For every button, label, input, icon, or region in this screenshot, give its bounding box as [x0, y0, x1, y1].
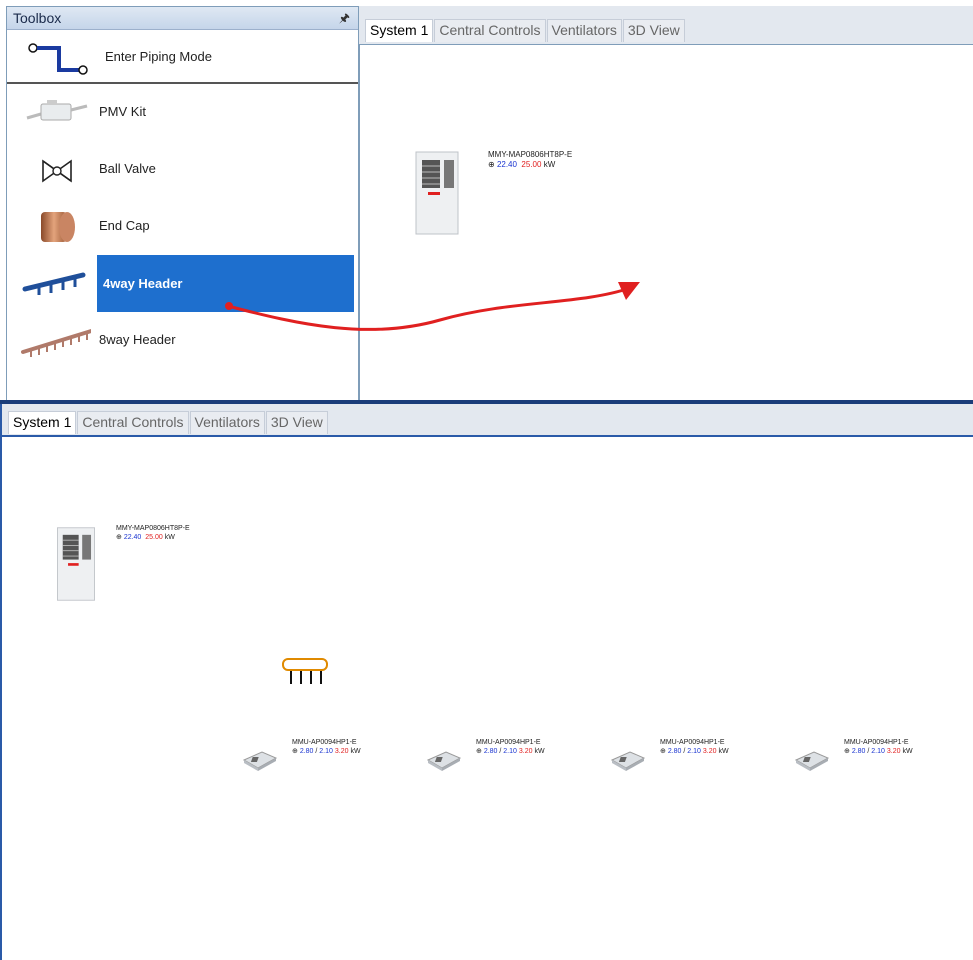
- piping-icon: [28, 43, 88, 75]
- tab-ventilators[interactable]: Ventilators: [189, 411, 265, 434]
- indoor-unit-model: MMU-AP0094HP1-E: [292, 739, 357, 746]
- toolbox-item-label: 8way Header: [99, 332, 176, 347]
- indoor-unit[interactable]: MMU-AP0094HP1-E ⊕ 2.80 / 2.10 3.20 kW: [608, 738, 768, 778]
- indoor-unit-label: MMU-AP0094HP1-E ⊕ 2.80 / 2.10 3.20 kW: [476, 738, 545, 756]
- bottom-panel: System 1 Central Controls Ventilators 3D…: [0, 404, 973, 960]
- cool-capacity: 2.80: [299, 748, 314, 755]
- 4way-header-icon: [22, 272, 86, 295]
- piping-label: Enter Piping Mode: [105, 49, 212, 64]
- heat-capacity: 3.20: [334, 748, 349, 755]
- tab-system-1[interactable]: System 1: [8, 411, 77, 434]
- tab-3d-view[interactable]: 3D View: [622, 19, 685, 42]
- tab-system-1[interactable]: System 1: [365, 19, 434, 42]
- outdoor-unit-icon[interactable]: [414, 150, 460, 236]
- indoor-unit-model: MMU-AP0094HP1-E: [660, 739, 725, 746]
- cassette-unit-icon: [610, 751, 646, 771]
- cool-capacity: 22.40: [496, 160, 517, 169]
- pin-icon[interactable]: 🖈: [339, 9, 350, 30]
- toolbox-item-label: PMV Kit: [99, 104, 146, 119]
- outdoor-unit-model: MMY-MAP0806HT8P-E: [116, 525, 190, 532]
- cool-capacity: 2.80: [851, 748, 866, 755]
- tab-strip-bottom: System 1 Central Controls Ventilators 3D…: [2, 404, 973, 437]
- cassette-unit-icon: [794, 751, 830, 771]
- heat-capacity: 3.20: [518, 748, 533, 755]
- drag-arrow-icon: [225, 282, 640, 331]
- ball-valve-icon: [42, 159, 72, 183]
- cool-capacity: 2.80: [483, 748, 498, 755]
- toolbox-item-label: Ball Valve: [99, 161, 156, 176]
- toolbox-item-pmv-kit[interactable]: PMV Kit: [7, 84, 358, 141]
- heat-capacity: 3.20: [886, 748, 901, 755]
- capacity-unit: kW: [543, 160, 556, 169]
- indoor-unit-label: MMU-AP0094HP1-E ⊕ 2.80 / 2.10 3.20 kW: [660, 738, 729, 756]
- sensible-capacity: 2.10: [687, 748, 701, 755]
- cassette-unit-icon: [426, 751, 462, 771]
- indoor-unit[interactable]: MMU-AP0094HP1-E ⊕ 2.80 / 2.10 3.20 kW: [424, 738, 584, 778]
- toolbox-item-ball-valve[interactable]: Ball Valve: [7, 141, 358, 198]
- outdoor-unit-model: MMY-MAP0806HT8P-E: [488, 150, 573, 159]
- indoor-unit[interactable]: MMU-AP0094HP1-E ⊕ 2.80 / 2.10 3.20 kW: [240, 738, 400, 778]
- tab-ventilators[interactable]: Ventilators: [546, 19, 622, 42]
- cool-capacity: 2.80: [667, 748, 682, 755]
- capacity-unit: kW: [164, 534, 175, 541]
- top-panel: Toolbox 🖈 Enter Piping Mode PMV Kit Ball…: [0, 0, 973, 401]
- tabs-top: System 1 Central Controls Ventilators 3D…: [365, 18, 686, 42]
- indoor-unit[interactable]: MMU-AP0094HP1-E ⊕ 2.80 / 2.10 3.20 kW: [792, 738, 952, 778]
- cassette-unit-icon: [242, 751, 278, 771]
- toolbox-header: Toolbox 🖈: [7, 7, 358, 30]
- tab-strip-top: System 1 Central Controls Ventilators 3D…: [359, 6, 973, 45]
- heat-capacity: 25.00: [521, 160, 542, 169]
- indoor-unit-capacity: ⊕ 2.80 / 2.10 3.20 kW: [476, 748, 545, 755]
- capacity-unit: kW: [350, 748, 361, 755]
- capacity-unit: kW: [902, 748, 913, 755]
- enter-piping-mode-button[interactable]: Enter Piping Mode: [7, 32, 358, 84]
- indoor-unit-label: MMU-AP0094HP1-E ⊕ 2.80 / 2.10 3.20 kW: [292, 738, 361, 756]
- toolbox-title: Toolbox: [13, 10, 62, 26]
- toolbox-item-label: 4way Header: [103, 276, 183, 291]
- heat-capacity: 3.20: [702, 748, 717, 755]
- outdoor-unit-capacity: ⊕ 22.40 25.00 kW: [488, 160, 556, 169]
- outdoor-unit-capacity: ⊕ 22.40 25.00 kW: [116, 534, 175, 541]
- tabs-bottom: System 1 Central Controls Ventilators 3D…: [8, 410, 329, 434]
- indoor-unit-label: MMU-AP0094HP1-E ⊕ 2.80 / 2.10 3.20 kW: [844, 738, 913, 756]
- indoor-unit-capacity: ⊕ 2.80 / 2.10 3.20 kW: [844, 748, 913, 755]
- indoor-unit-model: MMU-AP0094HP1-E: [844, 739, 909, 746]
- outdoor-unit-label: MMY-MAP0806HT8P-E ⊕ 22.40 25.00 kW: [488, 150, 572, 170]
- indoor-unit-model: MMU-AP0094HP1-E: [476, 739, 541, 746]
- cool-capacity: 22.40: [123, 534, 142, 541]
- sensible-capacity: 2.10: [319, 748, 333, 755]
- capacity-unit: kW: [718, 748, 729, 755]
- indoor-unit-capacity: ⊕ 2.80 / 2.10 3.20 kW: [660, 748, 729, 755]
- tab-central-controls[interactable]: Central Controls: [77, 411, 189, 434]
- end-cap-icon: [41, 212, 75, 242]
- toolbox-item-end-cap[interactable]: End Cap: [7, 198, 358, 255]
- tab-central-controls[interactable]: Central Controls: [434, 19, 546, 42]
- 8way-header-icon: [21, 328, 91, 357]
- outdoor-unit-label: MMY-MAP0806HT8P-E ⊕ 22.40 25.00 kW: [116, 524, 190, 542]
- capacity-unit: kW: [534, 748, 545, 755]
- pmv-kit-icon: [26, 100, 88, 121]
- 4way-header-node-icon[interactable]: [280, 656, 330, 686]
- toolbox-item-label: End Cap: [99, 218, 150, 233]
- sensible-capacity: 2.10: [871, 748, 885, 755]
- indoor-unit-capacity: ⊕ 2.80 / 2.10 3.20 kW: [292, 748, 361, 755]
- sensible-capacity: 2.10: [503, 748, 517, 755]
- outdoor-unit-icon[interactable]: [54, 526, 98, 602]
- heat-capacity: 25.00: [145, 534, 163, 541]
- tab-3d-view[interactable]: 3D View: [265, 411, 328, 434]
